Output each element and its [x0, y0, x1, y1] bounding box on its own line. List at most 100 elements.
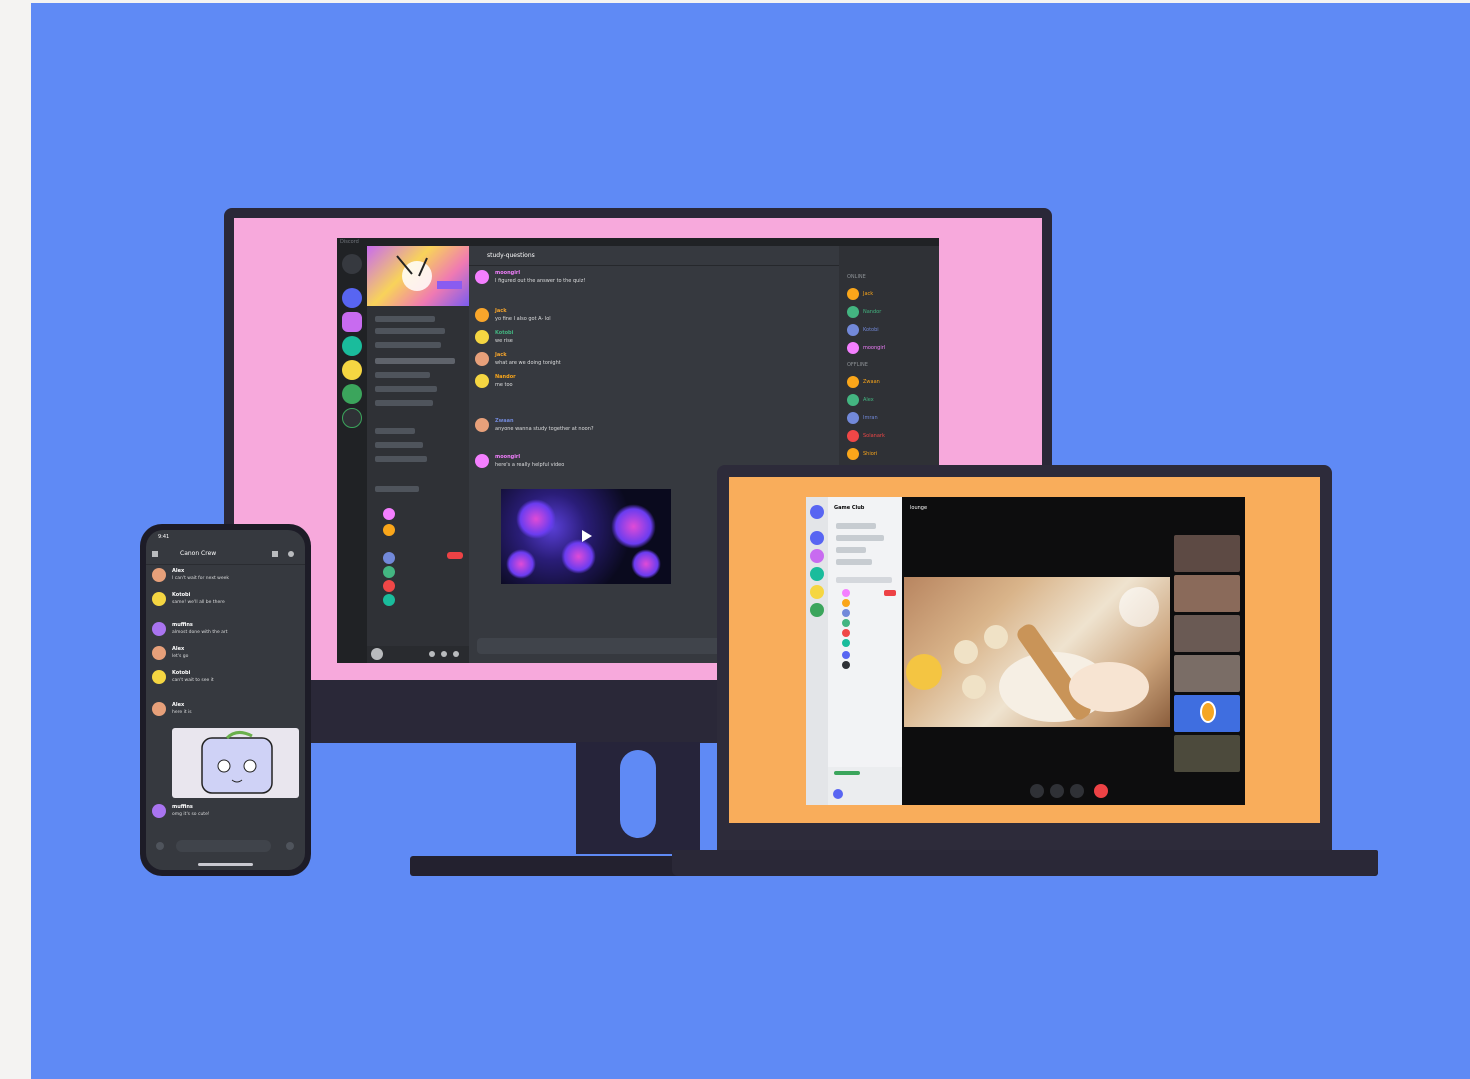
server-banner — [367, 246, 469, 306]
channel-item[interactable] — [375, 442, 423, 448]
message: Zwaan anyone wanna study together at noo… — [475, 418, 835, 438]
channel-item[interactable] — [836, 559, 872, 565]
settings-gear-icon[interactable] — [453, 651, 459, 657]
server-icon[interactable] — [810, 585, 824, 599]
channel-item[interactable] — [375, 328, 445, 334]
participant-video[interactable] — [1174, 615, 1240, 652]
server-icon[interactable] — [810, 549, 824, 563]
channel-item[interactable] — [375, 456, 427, 462]
headphones-icon[interactable] — [441, 651, 447, 657]
server-icon[interactable] — [342, 336, 362, 356]
server-icon-active[interactable] — [342, 312, 362, 332]
menu-icon[interactable] — [152, 551, 158, 557]
main-video-feed[interactable] — [904, 577, 1170, 727]
mic-icon[interactable] — [429, 651, 435, 657]
channel-item[interactable] — [375, 386, 437, 392]
add-server-icon[interactable] — [342, 408, 362, 428]
voice-user-avatar — [842, 661, 850, 669]
message-author: Kotobi — [172, 592, 191, 598]
member-avatar[interactable] — [847, 448, 859, 460]
channel-item[interactable] — [836, 523, 876, 529]
avatar — [475, 454, 489, 468]
member-avatar[interactable] — [847, 412, 859, 424]
participant-video[interactable] — [1174, 655, 1240, 692]
home-icon[interactable] — [810, 505, 824, 519]
server-icon[interactable] — [810, 531, 824, 545]
channel-item-active[interactable] — [375, 358, 455, 364]
hang-up-button[interactable] — [1094, 784, 1108, 798]
message: Alex let's go — [152, 646, 302, 666]
add-attachment-icon[interactable] — [156, 842, 164, 850]
avatar — [152, 670, 166, 684]
message: Kotobi can't wait to see it — [152, 670, 302, 694]
member-name[interactable]: Alex — [863, 397, 874, 403]
avatar — [475, 352, 489, 366]
threads-icon[interactable] — [272, 551, 278, 557]
member-avatar[interactable] — [847, 376, 859, 388]
channel-item[interactable] — [836, 547, 866, 553]
home-indicator — [198, 863, 253, 866]
server-list — [806, 497, 828, 805]
message-text: yo fine I also got A- lol — [495, 316, 551, 322]
screen-share-button[interactable] — [1050, 784, 1064, 798]
member-name[interactable]: Nandor — [863, 309, 881, 315]
voice-user-avatar — [383, 552, 395, 564]
channel-item[interactable] — [375, 400, 433, 406]
member-avatar[interactable] — [847, 394, 859, 406]
channel-item[interactable] — [375, 316, 435, 322]
channel-item[interactable] — [375, 428, 415, 434]
member-avatar[interactable] — [847, 342, 859, 354]
status-time: 9:41 — [158, 534, 170, 540]
member-name[interactable]: Zwaan — [863, 379, 880, 385]
message-text: here it is — [172, 710, 192, 715]
message-text: we rise — [495, 338, 513, 344]
member-name[interactable]: Jack — [863, 291, 873, 297]
message-text: here's a really helpful video — [495, 462, 565, 468]
participant-video[interactable] — [1174, 735, 1240, 772]
voice-channel-item-active[interactable] — [836, 577, 892, 583]
server-icon[interactable] — [342, 384, 362, 404]
member-name[interactable]: Shiori — [863, 451, 877, 457]
play-icon[interactable] — [579, 529, 593, 543]
member-avatar[interactable] — [847, 288, 859, 300]
user-avatar[interactable] — [833, 789, 843, 799]
user-avatar[interactable] — [371, 648, 383, 660]
member-avatar[interactable] — [847, 324, 859, 336]
member-name[interactable]: Kotobi — [863, 327, 879, 333]
message-text: let's go — [172, 654, 189, 659]
mic-toggle-button[interactable] — [1070, 784, 1084, 798]
members-icon[interactable] — [288, 551, 294, 557]
channel-item[interactable] — [375, 342, 441, 348]
avatar — [152, 702, 166, 716]
server-icon[interactable] — [342, 360, 362, 380]
home-icon[interactable] — [342, 254, 362, 274]
member-name[interactable]: Solanark — [863, 433, 885, 439]
video-embed[interactable] — [501, 489, 671, 584]
server-icon[interactable] — [810, 567, 824, 581]
member-avatar[interactable] — [847, 306, 859, 318]
participant-video[interactable] — [1174, 575, 1240, 612]
doodle-face-icon — [201, 731, 273, 794]
message-author: moongirl — [495, 454, 521, 460]
message-author: Jack — [495, 352, 507, 358]
message-author: muffins — [172, 622, 193, 628]
member-name[interactable]: moongirl — [863, 345, 885, 351]
emoji-icon[interactable] — [286, 842, 294, 850]
message-text: same! we'll all be there — [172, 600, 225, 605]
channel-item[interactable] — [375, 372, 430, 378]
server-icon[interactable] — [342, 288, 362, 308]
camera-toggle-button[interactable] — [1030, 784, 1044, 798]
server-icon[interactable] — [810, 603, 824, 617]
message-author: moongirl — [495, 270, 521, 276]
member-avatar[interactable] — [847, 430, 859, 442]
discord-laptop-window: Game Club lounge — [806, 497, 1245, 805]
member-name[interactable]: Imran — [863, 415, 878, 421]
participant-avatar-tile[interactable] — [1174, 695, 1240, 732]
participant-video[interactable] — [1174, 535, 1240, 572]
voice-user-avatar — [842, 589, 850, 597]
shared-drawing-image[interactable] — [172, 728, 299, 798]
voice-channel-item[interactable] — [375, 486, 419, 492]
voice-user-avatar — [383, 580, 395, 592]
channel-item[interactable] — [836, 535, 884, 541]
message-input[interactable] — [176, 840, 271, 852]
